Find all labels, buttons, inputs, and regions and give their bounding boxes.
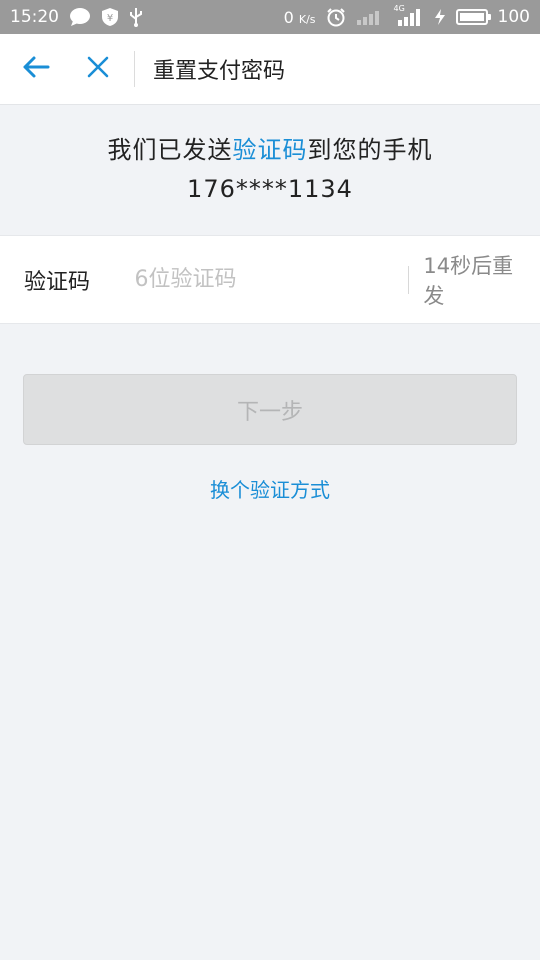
verification-code-input[interactable] — [134, 267, 409, 292]
shield-yen-icon: ¥ — [101, 7, 119, 27]
arrow-left-icon — [22, 55, 50, 83]
resend-countdown[interactable]: 14秒后重发 — [423, 250, 522, 310]
verification-code-row: 验证码 14秒后重发 — [0, 235, 540, 324]
usb-icon — [129, 7, 143, 27]
svg-text:¥: ¥ — [107, 13, 113, 24]
close-button[interactable] — [67, 34, 129, 105]
battery-icon — [455, 9, 491, 25]
chat-bubble-icon — [69, 7, 91, 27]
battery-level: 100 — [497, 7, 530, 27]
notice-suffix: 到您的手机 — [307, 136, 433, 164]
switch-verification-method-link[interactable]: 换个验证方式 — [0, 474, 540, 503]
page-title: 重置支付密码 — [153, 59, 286, 84]
charging-bolt-icon — [434, 8, 446, 26]
status-time: 15:20 — [10, 7, 59, 27]
close-icon — [86, 55, 110, 83]
net-speed: 0 K/s — [283, 7, 316, 27]
sms-notice: 我们已发送验证码到您的手机 176****1134 — [0, 106, 540, 235]
app-bar: 重置支付密码 — [0, 34, 540, 105]
alarm-clock-icon — [326, 7, 346, 27]
notice-text: 我们已发送验证码到您的手机 — [0, 130, 540, 165]
net-speed-unit: K/s — [298, 12, 316, 26]
back-button[interactable] — [5, 34, 67, 105]
status-bar-right: 0 K/s 4G 100 — [283, 4, 530, 27]
status-bar: 15:20 ¥ 0 K/s 4G 100 — [0, 0, 540, 34]
app-bar-divider — [134, 51, 135, 87]
signal-empty-icon — [356, 8, 384, 26]
signal-4g-label: 4G — [393, 4, 405, 13]
verification-code-label: 验证码 — [24, 269, 91, 295]
next-step-button[interactable]: 下一步 — [23, 374, 517, 445]
status-bar-left: 15:20 ¥ — [10, 7, 143, 27]
resend-divider — [408, 265, 410, 294]
notice-prefix: 我们已发送 — [107, 136, 233, 164]
signal-4g-icon: 4G — [393, 4, 424, 27]
masked-phone-number: 176****1134 — [187, 175, 353, 203]
notice-highlight: 验证码 — [232, 136, 308, 164]
